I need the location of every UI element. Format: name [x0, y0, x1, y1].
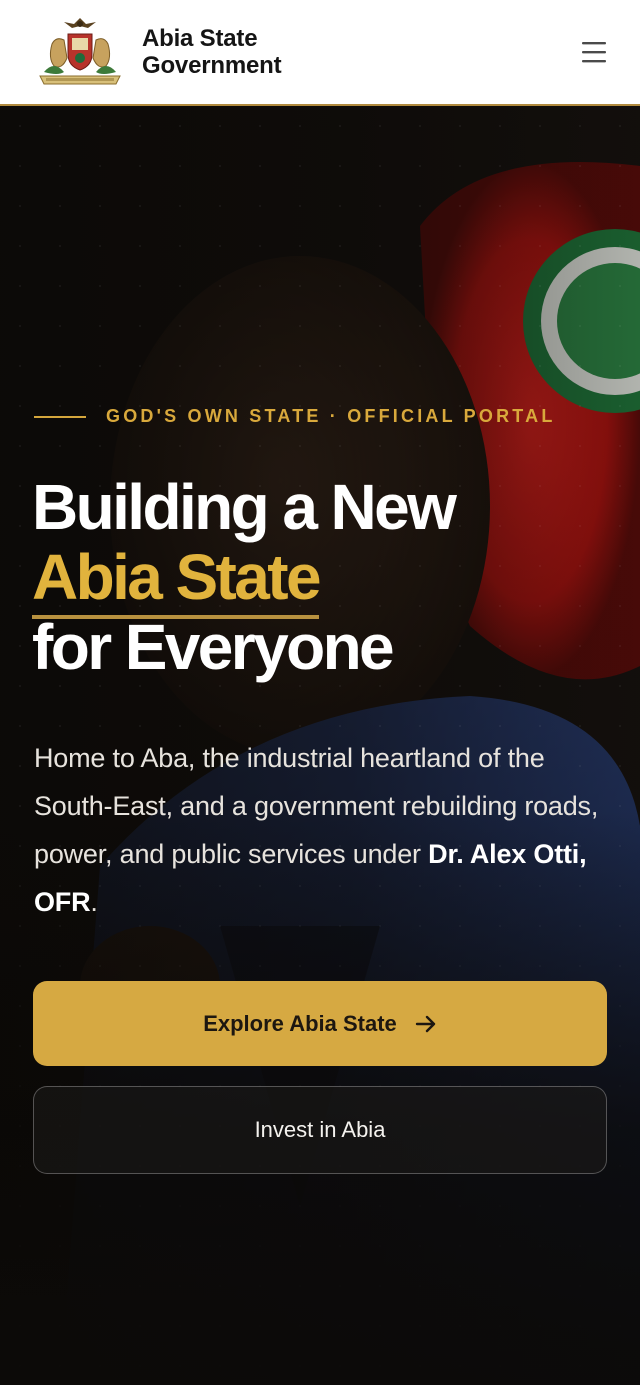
lead-end: . [90, 887, 98, 917]
headline-accent-underline [32, 615, 319, 619]
site-header: Abia State Government [0, 0, 640, 106]
abia-coat-of-arms-icon[interactable] [34, 14, 126, 90]
headline-accent-text: Abia State [32, 541, 322, 613]
menu-button[interactable] [574, 32, 614, 72]
hero-section: GOD'S OWN STATE · OFFICIAL PORTAL Buildi… [0, 106, 640, 1385]
hero-eyebrow: GOD'S OWN STATE · OFFICIAL PORTAL [34, 406, 556, 427]
hero-headline: Building a New Abia State for Everyone [32, 472, 622, 682]
eyebrow-text: GOD'S OWN STATE · OFFICIAL PORTAL [106, 406, 556, 426]
headline-line-3: for Everyone [32, 611, 395, 683]
invest-label: Invest in Abia [254, 1117, 386, 1142]
explore-abia-button[interactable]: Explore Abia State [33, 981, 607, 1066]
eyebrow-divider [34, 415, 86, 418]
brand-line-1: Abia State [142, 25, 258, 52]
headline-accent: Abia State [32, 541, 322, 619]
hero-lead-paragraph: Home to Aba, the industrial heartland of… [34, 734, 614, 926]
headline-line-2: Abia State [32, 541, 622, 619]
brand-name[interactable]: Abia State Government [142, 25, 282, 79]
explore-abia-label: Explore Abia State [203, 1010, 397, 1036]
hamburger-menu-icon [582, 42, 606, 63]
brand-line-2: Government [142, 52, 282, 79]
invest-in-abia-button[interactable]: Invest in Abia [33, 1086, 607, 1174]
headline-line-1: Building a New [32, 471, 457, 543]
arrow-right-icon [415, 1015, 437, 1033]
